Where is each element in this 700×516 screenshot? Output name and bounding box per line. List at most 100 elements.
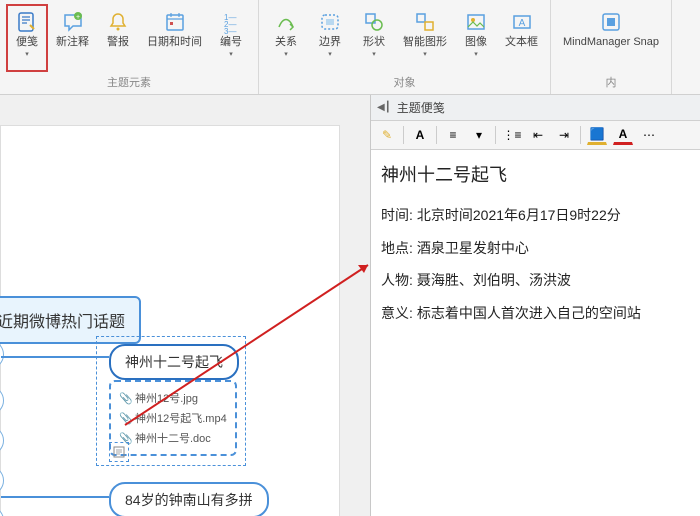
- dropdown-arrow-icon: ▾: [474, 50, 478, 58]
- relation-button[interactable]: 关系 ▾: [265, 4, 307, 72]
- relation-icon: [274, 10, 298, 34]
- svg-text:3—: 3—: [224, 27, 236, 34]
- notes-label: 时间:: [381, 202, 413, 229]
- paperclip-icon: 📎: [119, 412, 131, 424]
- ribbon-toolbar: 便笺 ▾ + 新注释 警报 日期和时间 1—2—3— 编号 ▾ 主题元素: [0, 0, 700, 95]
- indent-button[interactable]: ⇥: [554, 125, 574, 145]
- ribbon-group-topic-elements: 便笺 ▾ + 新注释 警报 日期和时间 1—2—3— 编号 ▾ 主题元素: [0, 0, 259, 94]
- notes-panel-title: 主题便笺: [397, 99, 445, 116]
- smart-shape-button[interactable]: 智能图形 ▾: [397, 4, 453, 72]
- datetime-button[interactable]: 日期和时间: [141, 4, 208, 72]
- group-label-snap: 内: [557, 72, 665, 92]
- highlight-button[interactable]: ✎: [377, 125, 397, 145]
- dropdown-arrow-icon: ▾: [284, 50, 288, 58]
- bell-icon: [106, 10, 130, 34]
- attachment-item[interactable]: 📎 神州12号起飞.mp4: [119, 408, 227, 428]
- notes-button[interactable]: 便笺 ▾: [6, 4, 48, 72]
- number-icon: 1—2—3—: [219, 10, 243, 34]
- svg-text:A: A: [518, 18, 525, 29]
- workspace: 近期微博热门话题 探 息 荐 业 号 神州十二号起飞 📎神州12号.jpg 📎神…: [0, 95, 700, 516]
- notes-value: 聂海胜、刘伯明、汤洪波: [417, 267, 571, 294]
- svg-text:+: +: [75, 14, 79, 21]
- notes-row: 意义: 标志着中国人首次进入自己的空间站: [381, 300, 690, 327]
- dropdown-arrow-icon: ▾: [423, 50, 427, 58]
- number-button[interactable]: 1—2—3— 编号 ▾: [210, 4, 252, 72]
- image-icon: [464, 10, 488, 34]
- comment-icon: +: [61, 10, 85, 34]
- dropdown-arrow-icon: ▾: [328, 50, 332, 58]
- boundary-label: 边界: [319, 36, 341, 49]
- boundary-button[interactable]: 边界 ▾: [309, 4, 351, 72]
- notes-label: 地点:: [381, 235, 413, 262]
- subtopic-small[interactable]: 荐: [0, 426, 4, 455]
- attachment-name: 神州12号起飞.mp4: [135, 410, 227, 426]
- main-topic[interactable]: 近期微博热门话题: [0, 296, 141, 344]
- subtopic-small[interactable]: 号: [0, 506, 4, 516]
- group-label-objects: 对象: [265, 72, 544, 92]
- textbox-button[interactable]: A 文本框: [499, 4, 544, 72]
- smart-label: 智能图形: [403, 36, 447, 49]
- group-label-topic: 主题元素: [6, 72, 252, 92]
- notes-value: 酒泉卫星发射中心: [417, 235, 529, 262]
- notes-title: 神州十二号起飞: [381, 158, 690, 192]
- collapse-icon[interactable]: ◀┃: [377, 102, 391, 113]
- bg-color-button[interactable]: 🟦: [587, 125, 607, 145]
- notes-label: 人物:: [381, 267, 413, 294]
- notes-value: 北京时间2021年6月17日9时22分: [417, 202, 621, 229]
- attachment-item[interactable]: 📎 神州12号.jpg: [119, 388, 227, 408]
- align-left-button[interactable]: ≡: [443, 125, 463, 145]
- notes-panel: ◀┃ 主题便笺 ✎ A ≡ ▾ ⋮≡ ⇤ ⇥ 🟦 A ⋯ 神州十二号起飞 时间:…: [370, 95, 700, 516]
- alert-label: 警报: [107, 36, 129, 49]
- paperclip-icon: 📎: [119, 392, 131, 404]
- shape-label: 形状: [363, 36, 385, 49]
- boundary-icon: [318, 10, 342, 34]
- snap-icon: [599, 10, 623, 34]
- connector: [1, 496, 109, 498]
- notes-label: 便笺: [16, 36, 38, 49]
- attachment-name: 神州12号.jpg: [135, 390, 198, 406]
- connector: [1, 356, 109, 358]
- align-dropdown-button[interactable]: ▾: [469, 125, 489, 145]
- textbox-icon: A: [510, 10, 534, 34]
- subtopic-selected[interactable]: 神州十二号起飞: [109, 344, 239, 380]
- snap-label: MindManager Snap: [563, 36, 659, 49]
- new-comment-button[interactable]: + 新注释: [50, 4, 95, 72]
- ribbon-group-objects: 关系 ▾ 边界 ▾ 形状 ▾ 智能图形 ▾ 图像 ▾: [259, 0, 551, 94]
- separator: [495, 126, 496, 144]
- separator: [580, 126, 581, 144]
- attachment-item[interactable]: 📎神州十二号.doc: [119, 428, 227, 448]
- subtopic[interactable]: 84岁的钟南山有多拼: [109, 482, 269, 516]
- more-button[interactable]: ⋯: [639, 125, 659, 145]
- relation-label: 关系: [275, 36, 297, 49]
- notes-toolbar: ✎ A ≡ ▾ ⋮≡ ⇤ ⇥ 🟦 A ⋯: [371, 121, 700, 150]
- alert-button[interactable]: 警报: [97, 4, 139, 72]
- snap-button[interactable]: MindManager Snap: [557, 4, 665, 72]
- shape-button[interactable]: 形状 ▾: [353, 4, 395, 72]
- shape-icon: [362, 10, 386, 34]
- dropdown-arrow-icon: ▾: [25, 50, 29, 58]
- image-button[interactable]: 图像 ▾: [455, 4, 497, 72]
- subtopic-small[interactable]: 息: [0, 386, 4, 415]
- dropdown-arrow-icon: ▾: [372, 50, 376, 58]
- subtopic-small[interactable]: 业: [0, 466, 4, 495]
- notes-row: 时间: 北京时间2021年6月17日9时22分: [381, 202, 690, 229]
- separator: [436, 126, 437, 144]
- outdent-button[interactable]: ⇤: [528, 125, 548, 145]
- bullet-button[interactable]: ⋮≡: [502, 125, 522, 145]
- topic-note-icon[interactable]: [109, 442, 129, 462]
- dropdown-arrow-icon: ▾: [229, 50, 233, 58]
- notes-content[interactable]: 神州十二号起飞 时间: 北京时间2021年6月17日9时22分 地点: 酒泉卫星…: [371, 150, 700, 341]
- notes-value: 标志着中国人首次进入自己的空间站: [417, 300, 641, 327]
- textbox-label: 文本框: [505, 36, 538, 49]
- comment-label: 新注释: [56, 36, 89, 49]
- font-color-button[interactable]: A: [613, 125, 633, 145]
- notes-row: 地点: 酒泉卫星发射中心: [381, 235, 690, 262]
- notes-label: 意义:: [381, 300, 413, 327]
- subtopic-small[interactable]: 探: [0, 340, 4, 369]
- calendar-icon: [163, 10, 187, 34]
- notes-panel-header: ◀┃ 主题便笺: [371, 95, 700, 121]
- font-button[interactable]: A: [410, 125, 430, 145]
- canvas-area[interactable]: 近期微博热门话题 探 息 荐 业 号 神州十二号起飞 📎神州12号.jpg 📎神…: [0, 95, 370, 516]
- canvas: 近期微博热门话题 探 息 荐 业 号 神州十二号起飞 📎神州12号.jpg 📎神…: [0, 125, 340, 516]
- smart-shape-icon: [413, 10, 437, 34]
